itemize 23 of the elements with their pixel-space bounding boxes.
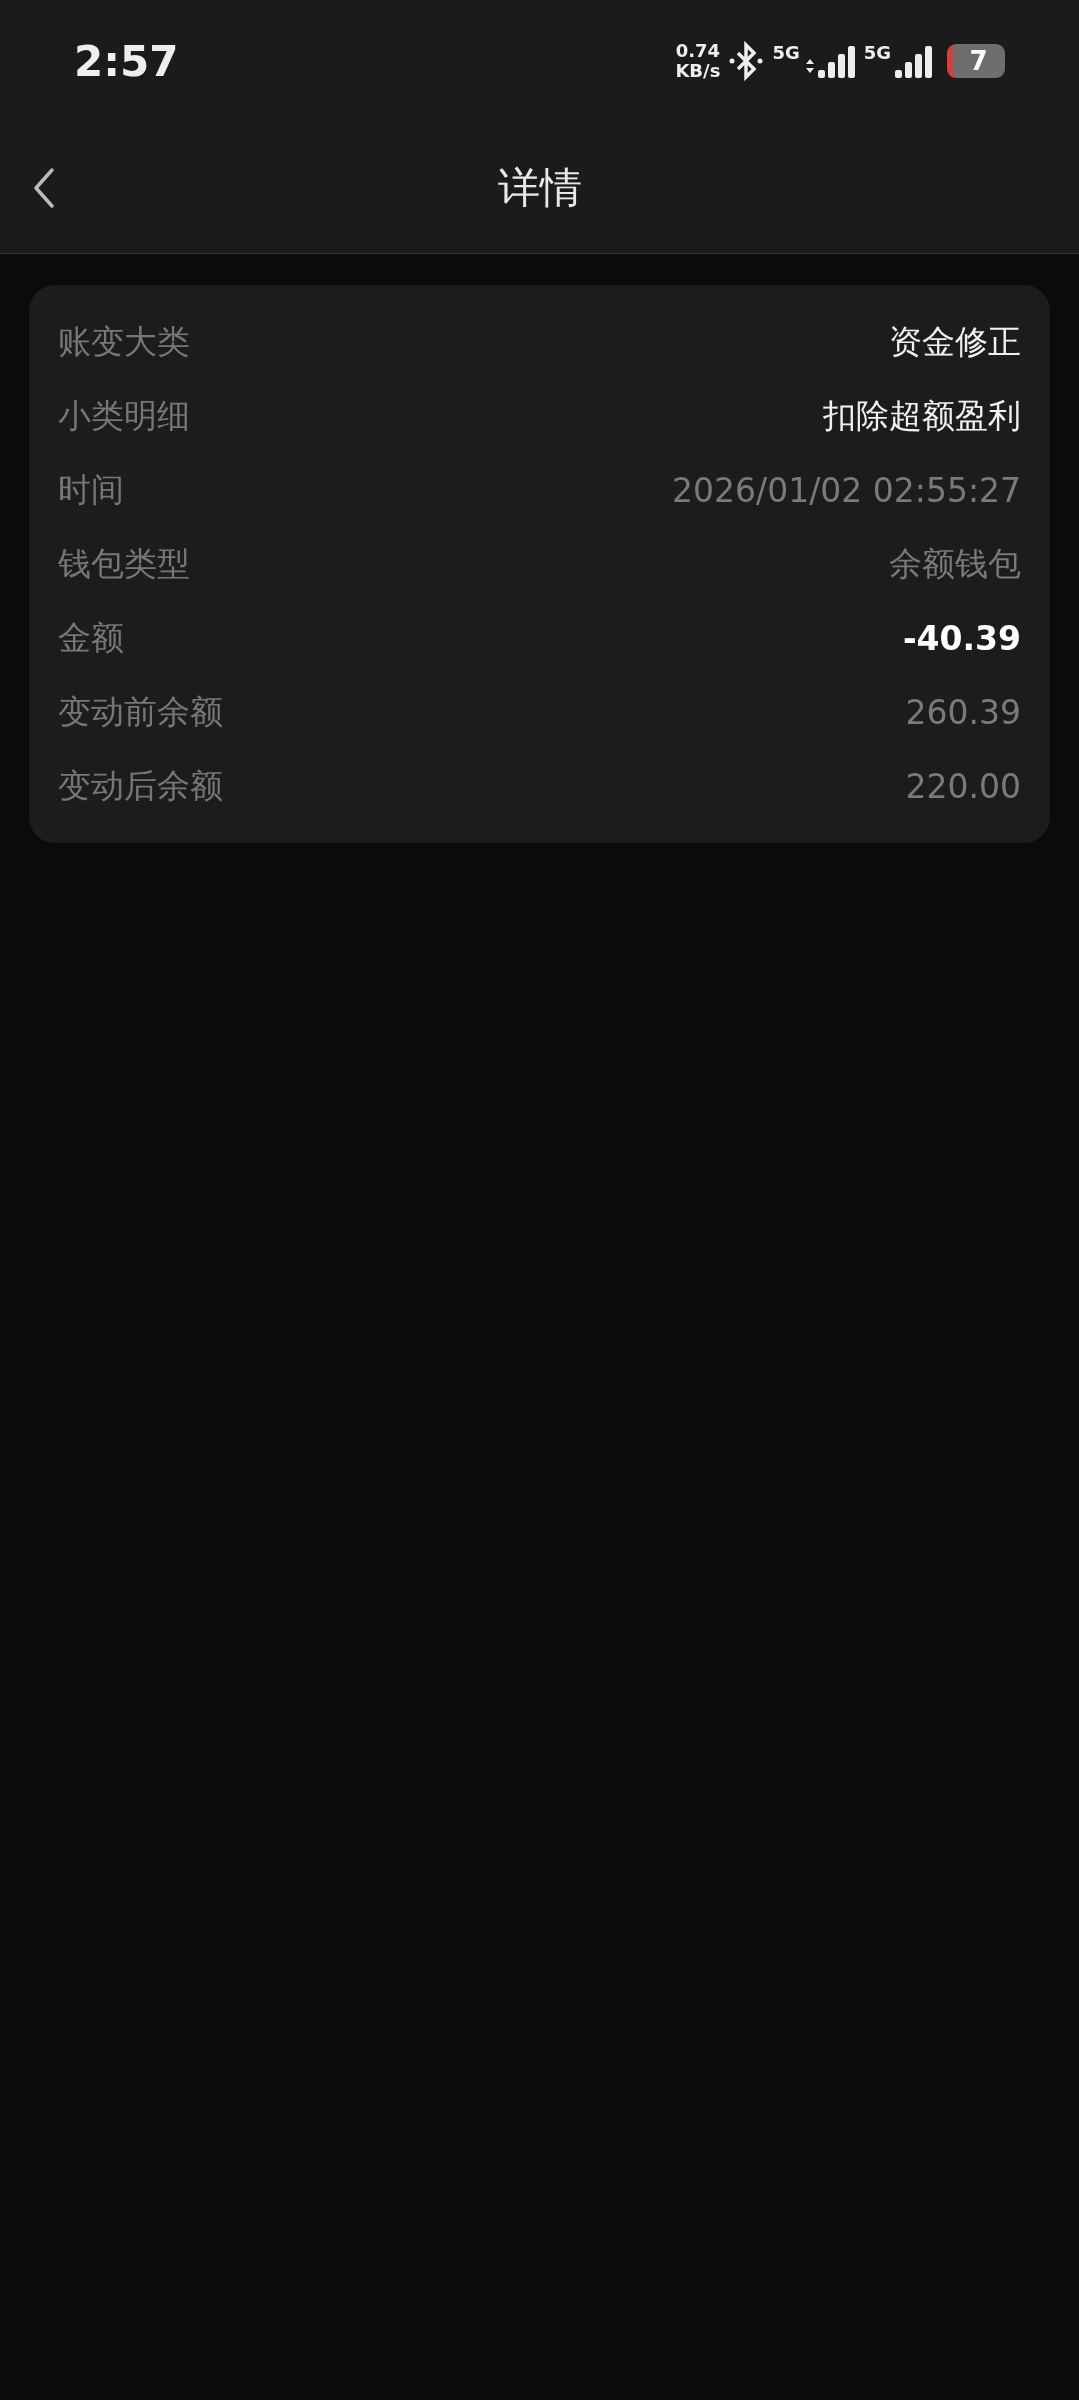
detail-label: 小类明细 [58, 394, 190, 437]
page-title: 详情 [497, 161, 582, 214]
detail-value: 资金修正 [889, 320, 1021, 363]
detail-label: 钱包类型 [58, 542, 190, 585]
detail-label: 金额 [58, 616, 124, 659]
back-icon[interactable] [32, 166, 56, 209]
status-time: 2:57 [74, 36, 180, 86]
detail-value: 220.00 [905, 766, 1021, 806]
network-type: 5G [772, 44, 800, 62]
network-speed: 0.74 [675, 41, 721, 61]
battery-icon: 7 [947, 44, 1005, 78]
detail-label: 变动后余额 [58, 764, 223, 807]
detail-value: 260.39 [905, 692, 1021, 732]
network-type: 5G [863, 44, 891, 62]
detail-label: 时间 [58, 468, 124, 511]
detail-label: 变动前余额 [58, 690, 223, 733]
detail-label: 账变大类 [58, 320, 190, 363]
detail-value: 余额钱包 [889, 542, 1021, 585]
bluetooth-icon [728, 41, 765, 81]
detail-value: 扣除超额盈利 [823, 394, 1021, 437]
detail-value: -40.39 [902, 618, 1021, 658]
detail-value: 2026/01/02 02:55:27 [672, 470, 1021, 510]
speed-unit: KB/s [675, 61, 721, 81]
